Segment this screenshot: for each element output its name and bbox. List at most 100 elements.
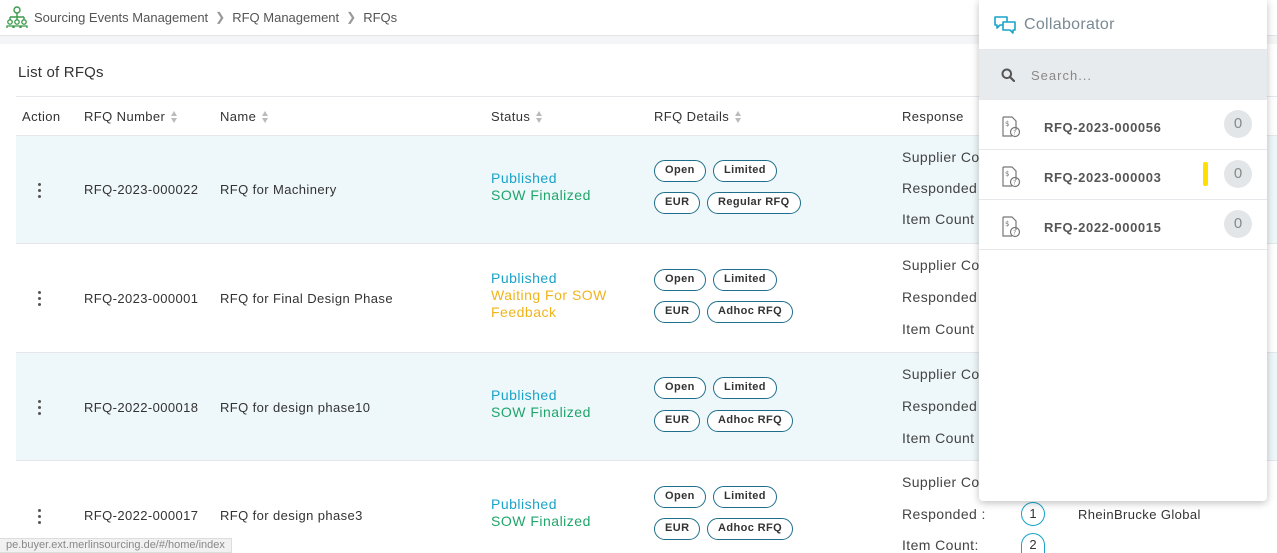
collaborator-item-label: RFQ-2022-000015 xyxy=(1044,220,1162,235)
response-supplier-count-label: Supplier Co xyxy=(902,474,980,490)
message-count-badge: 0 xyxy=(1224,210,1252,238)
breadcrumb-item-sourcing-events[interactable]: Sourcing Events Management xyxy=(34,10,208,25)
tag-currency: EUR xyxy=(654,192,701,214)
rfq-number[interactable]: RFQ-2022-000017 xyxy=(84,508,198,523)
breadcrumb-item-rfq-management[interactable]: RFQ Management xyxy=(232,10,339,25)
rfq-document-icon: $ ? xyxy=(1002,116,1021,138)
chat-bubbles-icon xyxy=(994,15,1016,34)
breadcrumb-item-rfqs: RFQs xyxy=(363,9,398,25)
column-header-label: Response xyxy=(902,109,964,124)
rfq-name: RFQ for design phase10 xyxy=(220,400,371,415)
rfq-name: RFQ for Final Design Phase xyxy=(220,291,393,306)
tag-limited: Limited xyxy=(713,269,777,291)
status-sow: SOW Finalized xyxy=(491,513,591,529)
tag-open: Open xyxy=(654,377,706,399)
rfq-name: RFQ for design phase3 xyxy=(220,508,363,523)
tag-limited: Limited xyxy=(713,486,777,508)
status-published: Published xyxy=(491,170,557,186)
svg-text:$: $ xyxy=(1005,120,1009,128)
tag-open: Open xyxy=(654,486,706,508)
sort-icon[interactable] xyxy=(171,110,178,123)
item-count-badge[interactable]: 2 xyxy=(1021,533,1045,553)
svg-text:$: $ xyxy=(1005,220,1009,228)
rfq-number[interactable]: RFQ-2022-000018 xyxy=(84,400,198,415)
status-sow: SOW Finalized xyxy=(491,187,591,203)
response-supplier-count-label: Supplier Co xyxy=(902,366,980,382)
tag-open: Open xyxy=(654,269,706,291)
kebab-menu-icon[interactable] xyxy=(38,400,42,416)
column-header-status[interactable]: Status xyxy=(491,109,543,124)
column-header-name[interactable]: Name xyxy=(220,109,269,124)
tag-limited: Limited xyxy=(713,160,777,182)
sort-icon[interactable] xyxy=(735,110,742,123)
response-responded-label: Responded xyxy=(902,180,978,196)
tag-currency: EUR xyxy=(654,410,701,432)
responded-count-badge[interactable]: 1 xyxy=(1021,502,1045,526)
response-responded-label: Responded xyxy=(902,398,978,414)
search-input[interactable] xyxy=(1031,67,1251,83)
column-header-label: Status xyxy=(491,109,531,124)
message-count-badge: 0 xyxy=(1224,160,1252,188)
chevron-right-icon: ❯ xyxy=(215,10,226,24)
search-icon xyxy=(1001,68,1015,82)
status-text: Published Waiting For SOW Feedback xyxy=(491,270,607,321)
kebab-menu-icon[interactable] xyxy=(38,291,42,307)
status-published: Published xyxy=(491,270,557,286)
response-item-count-label: Item Count: xyxy=(902,537,979,553)
column-header-rfq-details[interactable]: RFQ Details xyxy=(654,109,742,124)
breadcrumb: Sourcing Events Management ❯ RFQ Managem… xyxy=(6,6,397,28)
rfq-number[interactable]: RFQ-2023-000001 xyxy=(84,291,198,306)
status-text: Published SOW Finalized xyxy=(491,496,591,530)
collaborator-panel: Collaborator $ ? RFQ-2023-000056 0 $ ? R… xyxy=(979,0,1267,501)
kebab-menu-icon[interactable] xyxy=(38,509,42,525)
status-published: Published xyxy=(491,387,557,403)
column-header-response: Response xyxy=(902,109,964,124)
tag-rfq-type: Regular RFQ xyxy=(707,192,801,214)
response-supplier-count-label: Supplier Co xyxy=(902,149,980,165)
response-item-count-label: Item Count xyxy=(902,211,975,227)
response-responded-label: Responded : xyxy=(902,506,986,522)
sort-icon[interactable] xyxy=(536,110,543,123)
column-header-label: RFQ Number xyxy=(84,109,166,124)
collaborator-item[interactable]: $ ? RFQ-2023-000056 0 xyxy=(979,100,1267,150)
response-item-count-label: Item Count xyxy=(902,321,975,337)
response-supplier-count-label: Supplier Co xyxy=(902,257,980,273)
status-waiting: Waiting For SOW xyxy=(491,287,607,303)
collaborator-item[interactable]: $ ? RFQ-2023-000003 0 xyxy=(979,150,1267,200)
kebab-menu-icon[interactable] xyxy=(38,183,42,199)
column-header-rfq-number[interactable]: RFQ Number xyxy=(84,109,178,124)
tag-currency: EUR xyxy=(654,301,701,323)
tag-open: Open xyxy=(654,160,706,182)
status-waiting: Feedback xyxy=(491,304,557,320)
svg-text:?: ? xyxy=(1013,130,1016,137)
status-published: Published xyxy=(491,496,557,512)
tag-limited: Limited xyxy=(713,377,777,399)
response-item-count-label: Item Count xyxy=(902,430,975,446)
column-header-action: Action xyxy=(22,109,61,124)
collaborator-item-label: RFQ-2023-000003 xyxy=(1044,170,1162,185)
message-count-badge: 0 xyxy=(1224,110,1252,138)
svg-text:$: $ xyxy=(1005,170,1009,178)
collaborator-item-label: RFQ-2023-000056 xyxy=(1044,120,1162,135)
column-header-label: Name xyxy=(220,109,257,124)
column-header-label: Action xyxy=(22,109,61,124)
column-header-label: RFQ Details xyxy=(654,109,730,124)
status-sow: SOW Finalized xyxy=(491,404,591,420)
sort-icon[interactable] xyxy=(262,110,269,123)
collaborator-header: Collaborator xyxy=(979,0,1267,50)
collaborator-title: Collaborator xyxy=(1024,15,1115,33)
tag-currency: EUR xyxy=(654,518,701,540)
response-responded-label: Responded xyxy=(902,289,978,305)
collaborator-search xyxy=(979,50,1267,100)
chevron-right-icon: ❯ xyxy=(346,10,357,24)
tag-rfq-type: Adhoc RFQ xyxy=(707,410,794,432)
collaborator-item[interactable]: $ ? RFQ-2022-000015 0 xyxy=(979,200,1267,250)
rfq-name: RFQ for Machinery xyxy=(220,182,337,197)
rfq-document-icon: $ ? xyxy=(1002,166,1021,188)
org-network-icon xyxy=(6,6,28,28)
rfq-document-icon: $ ? xyxy=(1002,216,1021,238)
status-text: Published SOW Finalized xyxy=(491,387,591,421)
tag-rfq-type: Adhoc RFQ xyxy=(707,301,794,323)
tag-rfq-type: Adhoc RFQ xyxy=(707,518,794,540)
rfq-number[interactable]: RFQ-2023-000022 xyxy=(84,182,198,197)
